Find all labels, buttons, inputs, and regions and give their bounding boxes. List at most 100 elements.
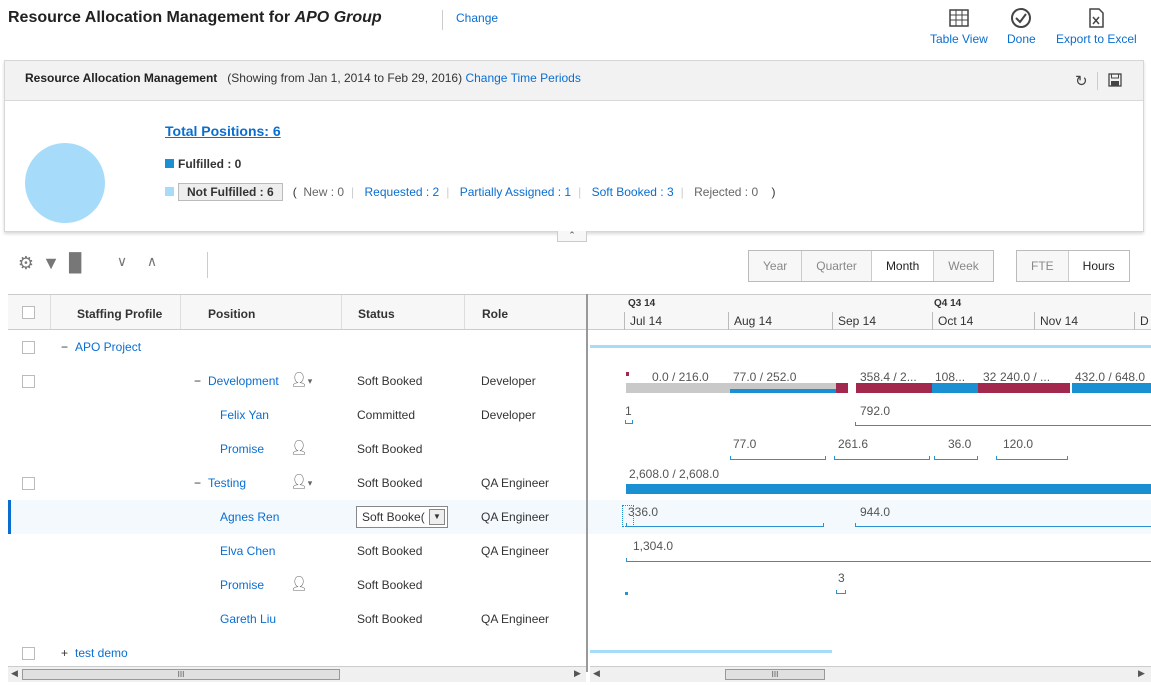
toolbar-divider bbox=[207, 252, 208, 278]
scroll-left-icon[interactable]: ◀ bbox=[11, 668, 18, 679]
partially-assigned-link[interactable]: Partially Assigned : 1 bbox=[460, 185, 571, 199]
open-paren: ( bbox=[292, 185, 297, 199]
resource-promise-link[interactable]: Promise bbox=[220, 578, 264, 592]
status-select[interactable]: Soft Booke( ▼ bbox=[356, 506, 448, 528]
project-apo-link[interactable]: APO Project bbox=[75, 340, 141, 354]
expand-toggle[interactable]: − bbox=[194, 476, 201, 490]
assign-person-icon[interactable]: 👤︎ bbox=[290, 439, 308, 456]
collapse-panel-toggle[interactable]: ⌃ bbox=[557, 231, 587, 242]
resource-agnes-link[interactable]: Agnes Ren bbox=[220, 510, 279, 524]
scroll-right-icon[interactable]: ▶ bbox=[1138, 668, 1145, 679]
unit-fte[interactable]: FTE bbox=[1017, 251, 1069, 281]
page-title-text: Resource Allocation Management for bbox=[8, 9, 291, 26]
column-header-role[interactable]: Role bbox=[482, 307, 508, 321]
change-time-periods-link[interactable]: Change Time Periods bbox=[465, 71, 580, 85]
excel-export-icon bbox=[1089, 8, 1105, 28]
table-view-label: Table View bbox=[930, 32, 988, 46]
scroll-left-icon[interactable]: ◀ bbox=[593, 668, 600, 679]
row-checkbox[interactable] bbox=[22, 341, 35, 354]
assign-person-icon[interactable]: 👤︎ bbox=[290, 575, 308, 592]
scrollbar-thumb[interactable]: III bbox=[22, 669, 340, 680]
timescale-year[interactable]: Year bbox=[749, 251, 803, 281]
table-row[interactable]: + test demo bbox=[8, 636, 586, 670]
table-row[interactable]: − APO Project bbox=[8, 330, 586, 364]
header-divider bbox=[442, 10, 443, 30]
allocation-bracket bbox=[626, 523, 824, 527]
selected-row-indicator bbox=[8, 500, 11, 534]
expand-toggle[interactable]: + bbox=[61, 646, 68, 660]
resource-gareth-link[interactable]: Gareth Liu bbox=[220, 612, 276, 626]
date-range-text: (Showing from Jan 1, 2014 to Feb 29, 201… bbox=[227, 71, 463, 85]
timescale-month[interactable]: Month bbox=[871, 251, 935, 281]
over-allocation-bar bbox=[998, 383, 1070, 393]
resource-felix-link[interactable]: Felix Yan bbox=[220, 408, 269, 422]
row-checkbox[interactable] bbox=[22, 647, 35, 660]
table-row[interactable]: Promise 👤︎ Soft Booked bbox=[8, 432, 586, 466]
page-title: Resource Allocation Management for APO G… bbox=[8, 9, 382, 27]
role-text: Developer bbox=[481, 374, 536, 388]
column-header-staffing-profile[interactable]: Staffing Profile bbox=[77, 307, 162, 321]
change-group-link[interactable]: Change bbox=[456, 11, 498, 25]
settings-person-icon[interactable]: ⚙ bbox=[16, 253, 36, 275]
refresh-icon[interactable]: ↻ bbox=[1075, 72, 1088, 90]
gantt-horizontal-scrollbar[interactable]: ◀ III ▶ bbox=[590, 666, 1151, 682]
col-divider bbox=[464, 295, 465, 329]
collapse-all-icon[interactable]: ∧ bbox=[142, 253, 162, 275]
position-testing-link[interactable]: Testing bbox=[208, 476, 246, 490]
status-text: Soft Booked bbox=[357, 374, 423, 388]
fulfilled-label: Fulfilled : 0 bbox=[178, 157, 242, 171]
month-tick bbox=[832, 312, 833, 330]
table-row[interactable]: Promise 👤︎ Soft Booked bbox=[8, 568, 586, 602]
gantt-timeline-header: Q3 14 Q4 14 Jul 14 Aug 14 Sep 14 Oct 14 … bbox=[588, 294, 1151, 330]
total-positions-link[interactable]: Total Positions: 6 bbox=[165, 123, 281, 139]
table-row[interactable]: − Testing 👤︎▾ Soft Booked QA Engineer bbox=[8, 466, 586, 500]
not-fulfilled-label[interactable]: Not Fulfilled : 6 bbox=[178, 183, 283, 201]
month-tick bbox=[728, 312, 729, 330]
soft-booked-link[interactable]: Soft Booked : 3 bbox=[592, 185, 674, 199]
assign-person-icon[interactable]: 👤︎▾ bbox=[290, 371, 312, 388]
row-checkbox[interactable] bbox=[22, 375, 35, 388]
table-row[interactable]: Elva Chen Soft Booked QA Engineer bbox=[8, 534, 586, 568]
table-row[interactable]: Felix Yan Committed Developer bbox=[8, 398, 586, 432]
timescale-week[interactable]: Week bbox=[934, 251, 992, 281]
allocation-value: 36.0 bbox=[948, 437, 972, 451]
unit-hours[interactable]: Hours bbox=[1068, 251, 1129, 281]
status-select-value: Soft Booke( bbox=[362, 510, 425, 524]
resource-elva-link[interactable]: Elva Chen bbox=[220, 544, 275, 558]
table-row[interactable]: Gareth Liu Soft Booked QA Engineer bbox=[8, 602, 586, 636]
chevron-down-icon[interactable]: ▼ bbox=[429, 509, 445, 525]
column-header-position[interactable]: Position bbox=[208, 307, 255, 321]
chart-view-icon[interactable]: ▉ bbox=[66, 253, 86, 275]
column-header-status[interactable]: Status bbox=[358, 307, 395, 321]
expand-toggle[interactable]: − bbox=[61, 340, 68, 354]
export-excel-button[interactable]: Export to Excel bbox=[1056, 6, 1137, 46]
table-view-button[interactable]: Table View bbox=[930, 6, 988, 46]
select-all-checkbox[interactable] bbox=[22, 306, 35, 319]
table-row-selected[interactable]: Agnes Ren QA Engineer bbox=[8, 500, 586, 534]
project-test-demo-link[interactable]: test demo bbox=[75, 646, 128, 660]
month-tick bbox=[1134, 312, 1135, 330]
expand-toggle[interactable]: − bbox=[194, 374, 201, 388]
pane-splitter[interactable] bbox=[586, 294, 588, 672]
assigned-bar bbox=[626, 484, 1151, 494]
scrollbar-thumb[interactable]: III bbox=[725, 669, 825, 680]
save-icon[interactable] bbox=[1108, 73, 1122, 87]
table-row[interactable]: − Development 👤︎▾ Soft Booked Developer bbox=[8, 364, 586, 398]
resource-promise-link[interactable]: Promise bbox=[220, 442, 264, 456]
row-checkbox[interactable] bbox=[22, 477, 35, 490]
role-text: QA Engineer bbox=[481, 510, 550, 524]
requested-link[interactable]: Requested : 2 bbox=[365, 185, 440, 199]
assign-person-icon[interactable]: 👤︎▾ bbox=[290, 473, 312, 490]
filter-icon[interactable]: ▼ bbox=[41, 253, 61, 275]
allocation-value: 944.0 bbox=[860, 505, 891, 519]
allocation-bracket bbox=[626, 558, 1151, 562]
fulfilled-legend: Fulfilled : 0 bbox=[165, 157, 241, 171]
timescale-quarter[interactable]: Quarter bbox=[802, 251, 872, 281]
status-text: Soft Booked bbox=[357, 442, 423, 456]
role-text: QA Engineer bbox=[481, 544, 550, 558]
scroll-right-icon[interactable]: ▶ bbox=[574, 668, 581, 679]
expand-all-icon[interactable]: ∨ bbox=[112, 253, 132, 275]
done-button[interactable]: Done bbox=[1007, 6, 1036, 46]
position-development-link[interactable]: Development bbox=[208, 374, 279, 388]
grid-horizontal-scrollbar[interactable]: ◀ III ▶ bbox=[8, 666, 586, 682]
